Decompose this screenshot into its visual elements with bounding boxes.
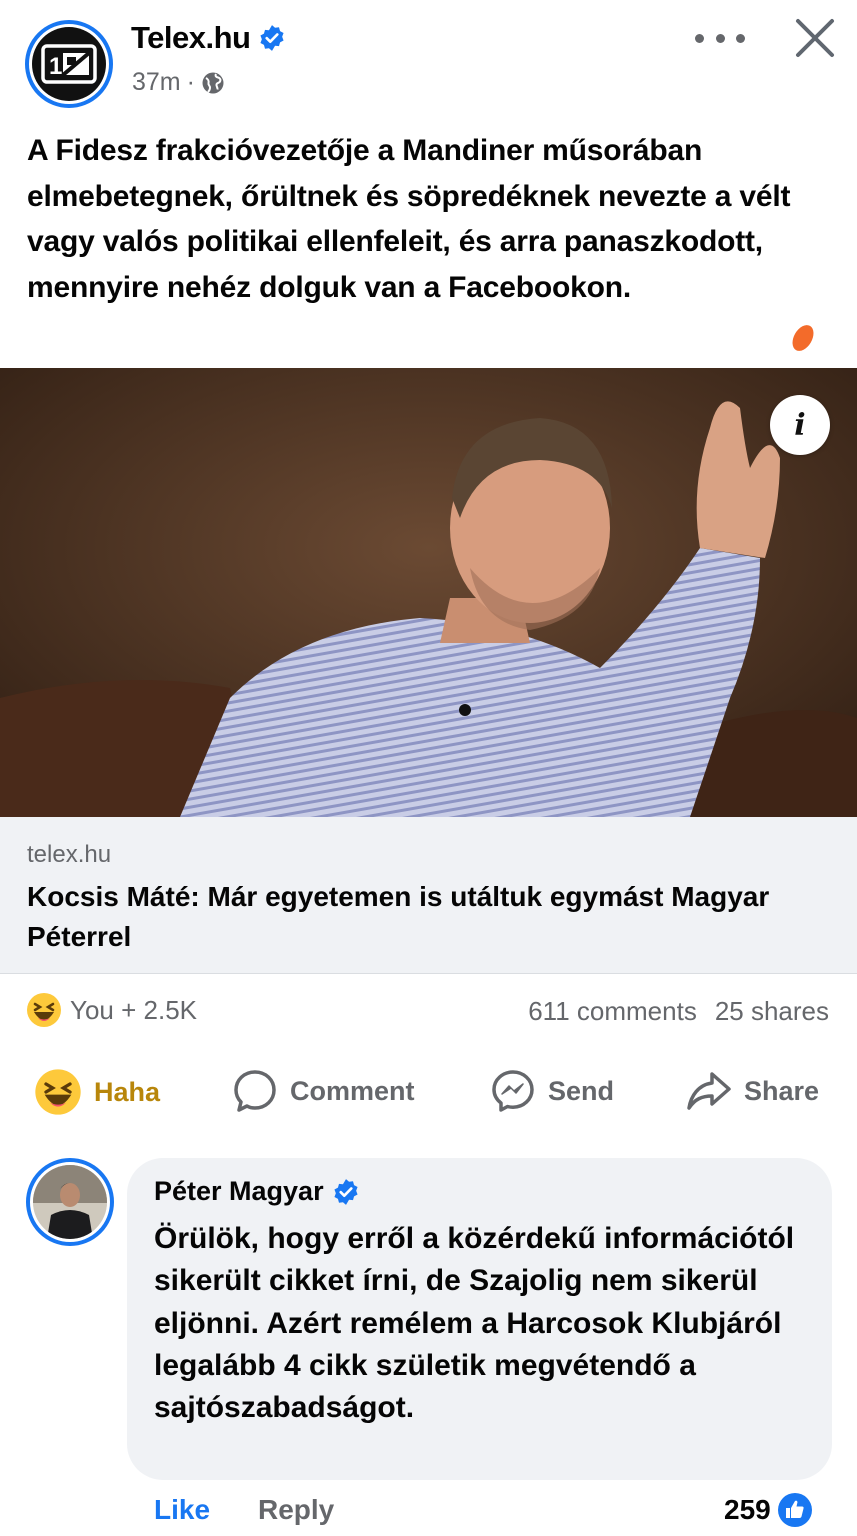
comment-author-name[interactable]: Péter Magyar — [154, 1176, 324, 1207]
post-header: 1 Telex.hu 37m · — [0, 0, 857, 120]
dot — [695, 33, 704, 43]
comment-reply-button[interactable]: Reply — [258, 1494, 334, 1526]
telex-logo-icon: 1 — [32, 27, 106, 101]
photo-illustration — [0, 368, 857, 817]
link-domain: telex.hu — [27, 841, 112, 868]
post-text: A Fidesz frakcióvezetője a Mandiner műso… — [27, 134, 791, 304]
share-arrow-icon — [687, 1072, 731, 1110]
haha-button[interactable]: Haha — [34, 1068, 160, 1116]
share-button[interactable]: Share — [686, 1068, 819, 1114]
comment-actions: Like Reply 259 — [0, 1490, 857, 1534]
comment-bubble: Péter Magyar Örülök, hogy erről a közérd… — [127, 1158, 832, 1480]
comments-count[interactable]: 611 comments — [528, 996, 697, 1027]
comment-like-count[interactable]: 259 — [724, 1492, 813, 1528]
page-name-text[interactable]: Telex.hu — [131, 20, 251, 56]
send-label: Send — [548, 1075, 615, 1106]
comment-label: Comment — [290, 1075, 415, 1106]
meta-separator: · — [186, 68, 195, 96]
send-button[interactable]: Send — [490, 1068, 614, 1114]
close-icon[interactable] — [792, 15, 838, 61]
post-image[interactable] — [0, 368, 857, 817]
link-preview[interactable]: telex.hu Kocsis Máté: Már egyetemen is u… — [0, 817, 857, 974]
commenter-photo — [33, 1165, 107, 1239]
dot — [715, 33, 725, 43]
share-label: Share — [744, 1075, 820, 1106]
verified-badge-icon — [260, 25, 285, 51]
dot — [736, 33, 745, 43]
comment-text: Örülök, hogy erről a közérdekű informáci… — [154, 1222, 795, 1425]
sticker-icon — [792, 325, 814, 351]
haha-label: Haha — [94, 1076, 161, 1107]
engagement-counts: 611 comments 25 shares — [528, 996, 829, 1027]
reactors-summary[interactable]: You + 2.5K — [26, 992, 197, 1028]
link-title: Kocsis Máté: Már egyetemen is utáltuk eg… — [27, 881, 770, 952]
post-meta: 37m · — [132, 68, 225, 97]
post-time[interactable]: 37m — [132, 68, 181, 97]
reactors-text: You + 2.5K — [70, 994, 197, 1025]
action-bar: Haha Comment Send Share — [0, 1062, 857, 1126]
like-count-text: 259 — [724, 1494, 771, 1525]
like-reaction-icon — [777, 1493, 812, 1527]
globe-icon — [202, 72, 224, 93]
info-button[interactable]: i — [770, 395, 830, 455]
comment-button[interactable]: Comment — [232, 1068, 415, 1114]
shares-count[interactable]: 25 shares — [715, 996, 829, 1027]
messenger-icon — [492, 1070, 534, 1112]
page-avatar[interactable]: 1 — [25, 20, 113, 108]
svg-text:1: 1 — [49, 53, 62, 80]
reaction-summary: You + 2.5K 611 comments 25 shares — [0, 988, 857, 1036]
commenter-avatar[interactable] — [26, 1158, 114, 1246]
verified-badge-icon — [334, 1178, 358, 1205]
page-name[interactable]: Telex.hu — [131, 20, 286, 56]
comment-author[interactable]: Péter Magyar — [154, 1176, 360, 1207]
comment-icon — [234, 1070, 276, 1112]
more-options-button[interactable] — [695, 20, 745, 56]
comment-like-button[interactable]: Like — [154, 1494, 210, 1526]
haha-emoji-icon — [27, 993, 61, 1027]
haha-emoji-icon — [35, 1069, 81, 1115]
